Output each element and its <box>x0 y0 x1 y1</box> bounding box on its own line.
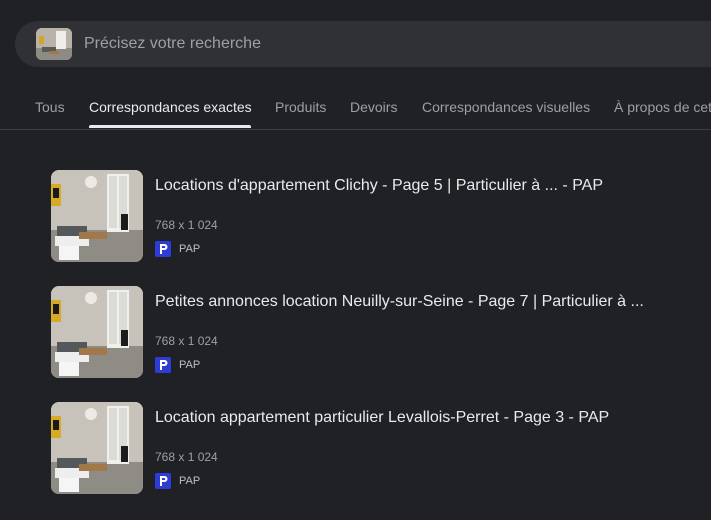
result-title[interactable]: Locations d'appartement Clichy - Page 5 … <box>155 176 603 196</box>
result-item: Location appartement particulier Levallo… <box>51 402 691 494</box>
pap-favicon-icon <box>155 357 171 373</box>
result-title[interactable]: Petites annonces location Neuilly-sur-Se… <box>155 292 644 312</box>
search-bar[interactable] <box>15 21 711 67</box>
result-thumbnail[interactable] <box>51 402 143 494</box>
result-dimensions: 768 x 1 024 <box>155 334 218 348</box>
active-tab-indicator <box>89 125 251 128</box>
source-name: PAP <box>179 359 201 371</box>
result-source[interactable]: PAP <box>155 357 200 373</box>
page: Tous Correspondances exactes Produits De… <box>0 0 711 520</box>
result-thumbnail[interactable] <box>51 170 143 262</box>
tab-a-propos[interactable]: À propos de cette image <box>614 99 711 115</box>
result-dimensions: 768 x 1 024 <box>155 450 218 464</box>
tab-tous[interactable]: Tous <box>35 99 65 115</box>
result-source[interactable]: PAP <box>155 241 200 257</box>
source-name: PAP <box>179 243 201 255</box>
query-image-thumbnail[interactable] <box>36 28 72 60</box>
search-input[interactable] <box>84 21 684 67</box>
result-dimensions: 768 x 1 024 <box>155 218 218 232</box>
result-item: Locations d'appartement Clichy - Page 5 … <box>51 170 691 262</box>
result-title[interactable]: Location appartement particulier Levallo… <box>155 408 609 428</box>
tab-correspondances-exactes[interactable]: Correspondances exactes <box>89 99 252 115</box>
tab-produits[interactable]: Produits <box>275 99 326 115</box>
source-name: PAP <box>179 475 201 487</box>
tab-correspondances-visuelles[interactable]: Correspondances visuelles <box>422 99 590 115</box>
tab-devoirs[interactable]: Devoirs <box>350 99 397 115</box>
result-source[interactable]: PAP <box>155 473 200 489</box>
pap-favicon-icon <box>155 473 171 489</box>
result-item: Petites annonces location Neuilly-sur-Se… <box>51 286 691 378</box>
pap-favicon-icon <box>155 241 171 257</box>
tab-bar: Tous Correspondances exactes Produits De… <box>0 88 711 130</box>
result-thumbnail[interactable] <box>51 286 143 378</box>
